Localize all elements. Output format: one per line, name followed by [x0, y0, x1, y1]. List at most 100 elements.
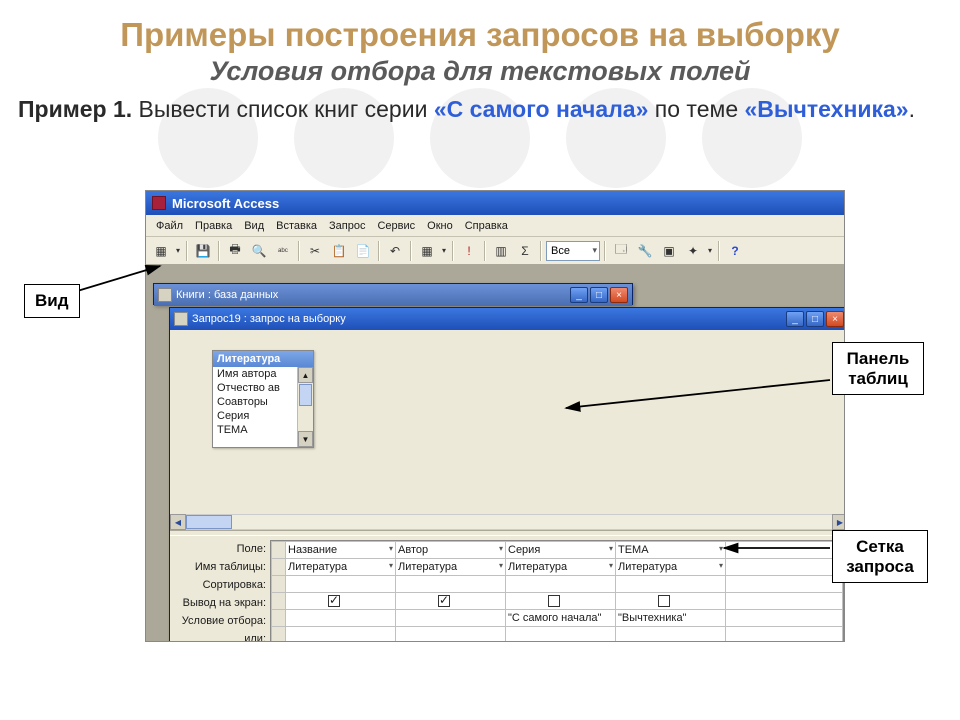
- label-sort: Сортировка:: [170, 576, 270, 594]
- table-card-literatura[interactable]: Литература Имя автора Отчество ав Соавто…: [212, 350, 314, 448]
- arrow-tables-panel: [560, 378, 840, 423]
- table-card-title[interactable]: Литература: [213, 351, 313, 367]
- checkbox-icon[interactable]: [658, 595, 670, 607]
- querytype-button[interactable]: ▦: [416, 240, 438, 262]
- row-sort[interactable]: [272, 576, 843, 593]
- tables-pane[interactable]: Литература Имя автора Отчество ав Соавто…: [170, 330, 844, 530]
- close-button[interactable]: ×: [826, 311, 844, 327]
- spellcheck-button[interactable]: ᵃᵇᶜ: [272, 240, 294, 262]
- toolbar-sep: [378, 241, 380, 261]
- scroll-up-icon[interactable]: ▲: [298, 367, 313, 383]
- undo-button[interactable]: ↶: [384, 240, 406, 262]
- app-title: Microsoft Access: [172, 196, 279, 211]
- checkbox-icon[interactable]: [438, 595, 450, 607]
- callout-view: Вид: [24, 284, 80, 318]
- copy-button[interactable]: 📋: [328, 240, 350, 262]
- menu-tools[interactable]: Сервис: [371, 218, 421, 234]
- scroll-right-icon[interactable]: ▶: [832, 514, 844, 530]
- cell-table[interactable]: Литература: [616, 559, 726, 576]
- cell-field[interactable]: ТЕМА: [616, 542, 726, 559]
- cell-field[interactable]: Название: [286, 542, 396, 559]
- scroll-thumb[interactable]: [186, 515, 232, 529]
- grid-row-labels: Поле: Имя таблицы: Сортировка: Вывод на …: [170, 540, 270, 641]
- label-show: Вывод на экран:: [170, 594, 270, 612]
- menu-insert[interactable]: Вставка: [270, 218, 323, 234]
- totals-button[interactable]: Σ: [514, 240, 536, 262]
- label-criteria: Условие отбора:: [170, 612, 270, 630]
- table-fields-list[interactable]: Имя автора Отчество ав Соавторы Серия ТЕ…: [213, 367, 313, 447]
- cut-button[interactable]: ✂: [304, 240, 326, 262]
- view-dropdown[interactable]: ▾: [174, 240, 182, 262]
- properties-button[interactable]: 🗔: [610, 240, 632, 262]
- save-button[interactable]: 💾: [192, 240, 214, 262]
- cell-show[interactable]: [616, 593, 726, 610]
- label-or: или:: [170, 630, 270, 641]
- tables-hscroll[interactable]: ◀ ▶: [170, 514, 844, 530]
- maximize-button[interactable]: □: [806, 311, 824, 327]
- minimize-button[interactable]: _: [786, 311, 804, 327]
- scroll-down-icon[interactable]: ▼: [298, 431, 313, 447]
- cell-criteria[interactable]: [286, 610, 396, 627]
- query-design-window[interactable]: Запрос19 : запрос на выборку _ □ × Литер…: [169, 307, 844, 641]
- callout-tables-panel: Панель таблиц: [832, 342, 924, 395]
- cell-criteria[interactable]: "С самого начала": [506, 610, 616, 627]
- maximize-button[interactable]: □: [590, 287, 608, 303]
- print-button[interactable]: 🖶: [224, 240, 246, 262]
- build-button[interactable]: 🔧: [634, 240, 656, 262]
- checkbox-icon[interactable]: [548, 595, 560, 607]
- cell-table[interactable]: Литература: [506, 559, 616, 576]
- callout-query-grid: Сетка запроса: [832, 530, 928, 583]
- access-app-icon: [152, 196, 166, 210]
- menu-view[interactable]: Вид: [238, 218, 270, 234]
- slide-title: Примеры построения запросов на выборку: [18, 16, 942, 54]
- showtable-button[interactable]: ▥: [490, 240, 512, 262]
- menu-query[interactable]: Запрос: [323, 218, 371, 234]
- db-window[interactable]: Книги : база данных _ □ ×: [153, 283, 633, 305]
- help-button[interactable]: ?: [724, 240, 746, 262]
- scroll-left-icon[interactable]: ◀: [170, 514, 186, 530]
- dbwindow-button[interactable]: ▣: [658, 240, 680, 262]
- arrow-query-grid: [718, 538, 838, 563]
- label-field: Поле:: [170, 540, 270, 558]
- cell-criteria[interactable]: [396, 610, 506, 627]
- cell-show[interactable]: [506, 593, 616, 610]
- menubar[interactable]: Файл Правка Вид Вставка Запрос Сервис Ок…: [146, 215, 844, 237]
- view-button[interactable]: ▦: [150, 240, 172, 262]
- cell-table[interactable]: Литература: [396, 559, 506, 576]
- example-quote-2: «Вычтехника»: [745, 96, 909, 122]
- row-show[interactable]: [272, 593, 843, 610]
- cell-field[interactable]: Автор: [396, 542, 506, 559]
- cell-criteria[interactable]: "Вычтехника": [616, 610, 726, 627]
- close-button[interactable]: ×: [610, 287, 628, 303]
- minimize-button[interactable]: _: [570, 287, 588, 303]
- menu-edit[interactable]: Правка: [189, 218, 238, 234]
- arrow-view: [72, 262, 170, 307]
- preview-button[interactable]: 🔍: [248, 240, 270, 262]
- querytype-dropdown[interactable]: ▾: [440, 240, 448, 262]
- run-button[interactable]: !: [458, 240, 480, 262]
- toolbar-sep: [410, 241, 412, 261]
- menu-file[interactable]: Файл: [150, 218, 189, 234]
- app-titlebar[interactable]: Microsoft Access: [146, 191, 844, 215]
- cell-field[interactable]: Серия: [506, 542, 616, 559]
- slide-subtitle: Условия отбора для текстовых полей: [18, 56, 942, 87]
- cell-show[interactable]: [286, 593, 396, 610]
- example-label: Пример 1.: [18, 96, 132, 122]
- newobject-dropdown[interactable]: ▾: [706, 240, 714, 262]
- paste-button[interactable]: 📄: [352, 240, 374, 262]
- cell-table[interactable]: Литература: [286, 559, 396, 576]
- toolbar-sep: [484, 241, 486, 261]
- query-icon: [174, 312, 188, 326]
- row-criteria[interactable]: "С самого начала" "Вычтехника": [272, 610, 843, 627]
- cell-show[interactable]: [396, 593, 506, 610]
- topvalues-combo[interactable]: Все: [546, 241, 600, 261]
- newobject-button[interactable]: ✦: [682, 240, 704, 262]
- menu-window[interactable]: Окно: [421, 218, 459, 234]
- row-or[interactable]: [272, 627, 843, 642]
- scroll-thumb[interactable]: [299, 384, 312, 406]
- field-scrollbar[interactable]: ▲ ▼: [297, 367, 313, 447]
- toolbar-sep: [718, 241, 720, 261]
- label-table: Имя таблицы:: [170, 558, 270, 576]
- checkbox-icon[interactable]: [328, 595, 340, 607]
- menu-help[interactable]: Справка: [459, 218, 514, 234]
